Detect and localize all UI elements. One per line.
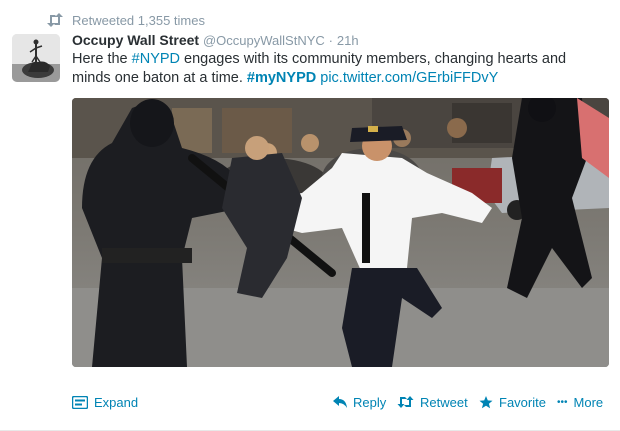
tweet-photo[interactable]	[72, 98, 609, 367]
expand-label: Expand	[94, 394, 139, 410]
hashtag-link[interactable]: #NYPD	[132, 51, 180, 67]
more-dots-icon: •••	[557, 396, 568, 408]
favorite-button[interactable]: Favorite	[479, 392, 546, 412]
reply-icon	[333, 396, 347, 408]
tweet-actions: Expand Reply Retweet Favorite ••• More	[0, 392, 620, 412]
star-icon	[479, 395, 493, 408]
hashtag-link[interactable]: #myNYPD	[247, 70, 316, 86]
expand-icon	[72, 395, 88, 409]
retweet-button[interactable]: Retweet	[397, 392, 468, 412]
favorite-label: Favorite	[499, 394, 546, 410]
media-link[interactable]: pic.twitter.com/GErbiFFDvY	[320, 70, 498, 86]
tweet-text: Here the #NYPD engages with its communit…	[72, 50, 602, 88]
avatar[interactable]	[12, 34, 60, 82]
tweet-text-part: Here the	[72, 51, 132, 67]
retweet-icon	[397, 396, 414, 408]
retweet-label: Retweet	[420, 394, 468, 410]
expand-button[interactable]: Expand	[72, 392, 138, 412]
tweet-timestamp[interactable]: 21h	[337, 33, 359, 48]
reply-button[interactable]: Reply	[333, 392, 386, 412]
tweet[interactable]: Retweeted 1,355 times Occupy Wall Street…	[0, 0, 620, 431]
tweet-header: Occupy Wall Street @OccupyWallStNYC · 21…	[72, 31, 359, 50]
protest-photo	[72, 98, 609, 367]
retweet-count-label: Retweeted 1,355 times	[72, 12, 205, 28]
retweet-icon	[47, 13, 63, 27]
more-button[interactable]: ••• More	[557, 392, 603, 412]
avatar-image	[12, 34, 60, 82]
reply-label: Reply	[353, 394, 387, 410]
retweet-context: Retweeted 1,355 times	[46, 10, 205, 30]
more-label: More	[573, 394, 604, 410]
time-separator: ·	[328, 33, 333, 48]
author-username[interactable]: @OccupyWallStNYC	[203, 33, 325, 48]
author-fullname[interactable]: Occupy Wall Street	[72, 32, 199, 48]
